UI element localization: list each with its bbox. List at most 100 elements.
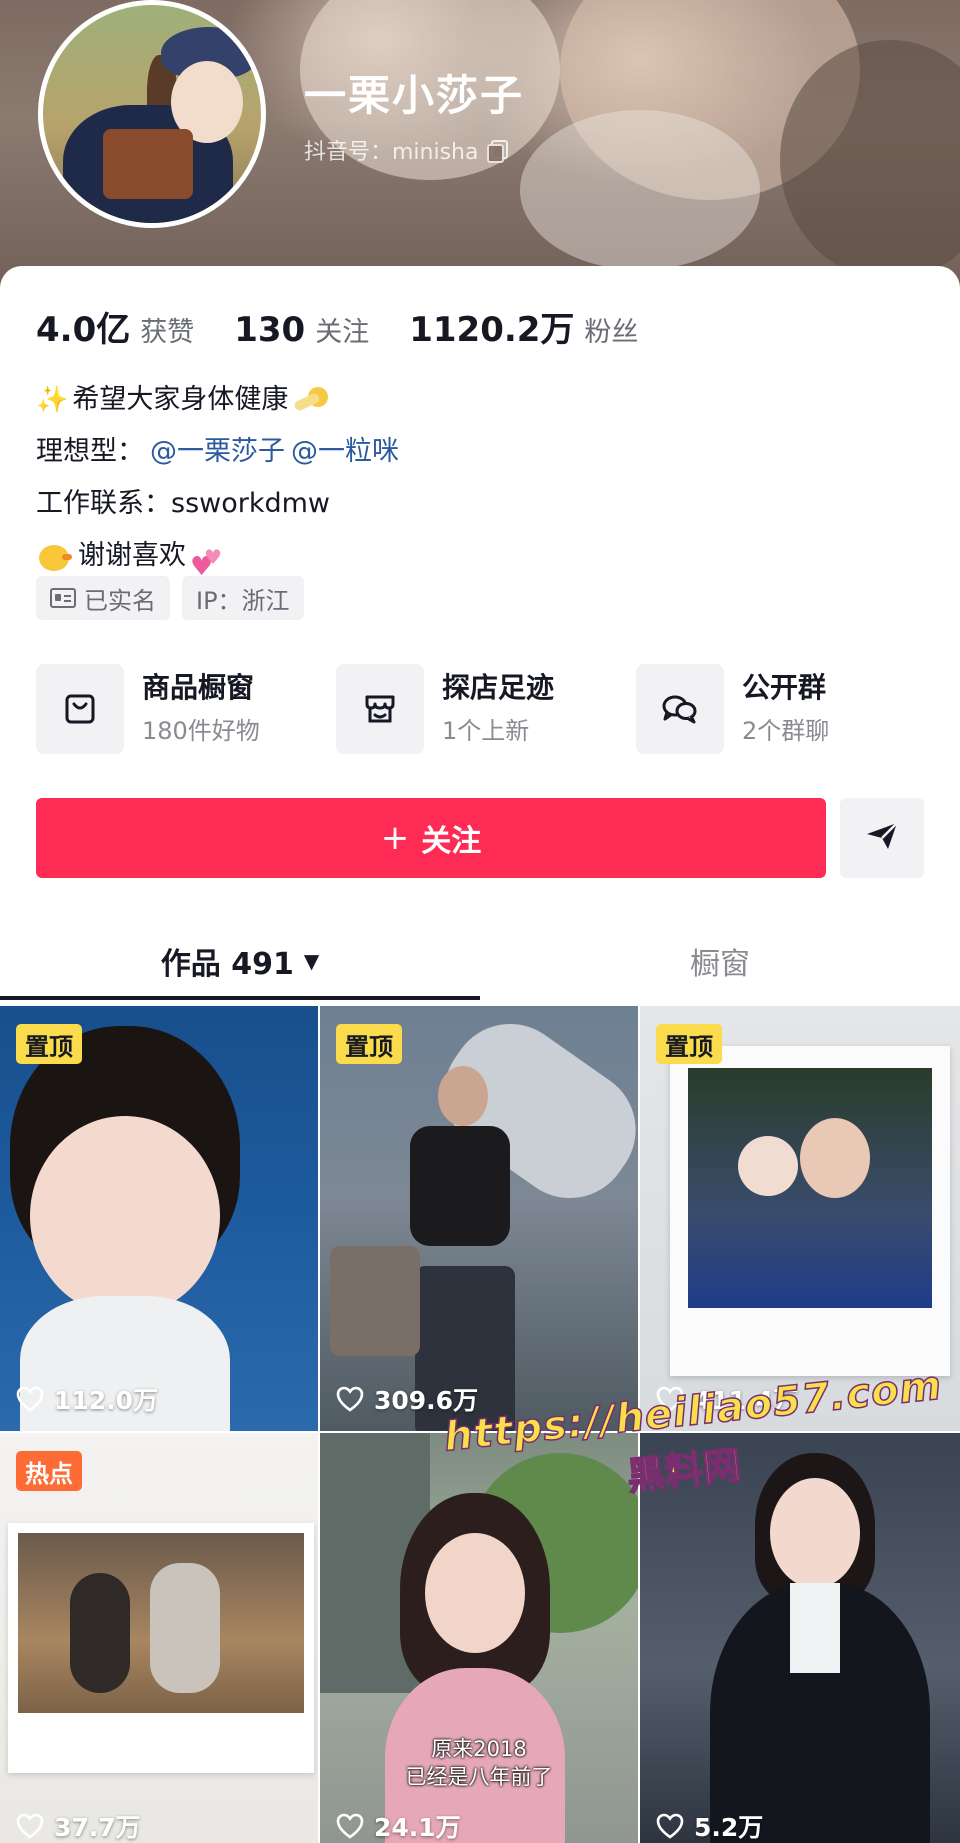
likes-count: 309.6万 (374, 1386, 479, 1415)
stat-following[interactable]: 130 关注 (234, 310, 369, 350)
profile-nickname: 一栗小莎子 (304, 71, 525, 120)
mention-link[interactable]: @一栗莎子 (150, 426, 285, 478)
copy-icon[interactable] (486, 140, 508, 163)
video-tile[interactable]: 置顶 309.6万 (320, 1006, 640, 1431)
avatar[interactable] (38, 0, 266, 228)
service-title: 探店足迹 (442, 671, 555, 704)
service-subtitle: 180件好物 (142, 717, 260, 745)
thumbnail-person (150, 1563, 220, 1693)
service-subtitle: 2个群聊 (742, 717, 830, 745)
stats-row: 4.0亿 获赞 130 关注 1120.2万 粉丝 (36, 302, 678, 351)
dizzy-star-icon (292, 383, 332, 417)
tab-shop-window[interactable]: 橱窗 (480, 926, 960, 996)
video-tile[interactable]: 热点 37.7万 (0, 1433, 320, 1843)
heart-icon (656, 1386, 684, 1412)
stat-likes-value: 4.0亿 (36, 310, 131, 350)
video-likes: 411.4万 (656, 1381, 798, 1417)
heart-icon (336, 1386, 364, 1412)
bio-text: 谢谢喜欢 (78, 540, 186, 571)
thumbnail-baby (738, 1136, 798, 1196)
thumbnail-face (425, 1533, 525, 1653)
thumbnail-person-top (410, 1126, 510, 1246)
service-subtitle: 1个上新 (442, 717, 530, 745)
bio: ✨ 希望大家身体健康 理想型： @一栗莎子 @一粒咪 工作联系：ssworkdm… (36, 374, 399, 593)
heart-icon (16, 1386, 44, 1412)
stat-followers-value: 1120.2万 (409, 310, 575, 350)
likes-count: 5.2万 (694, 1813, 764, 1842)
profile-header-background: 一栗小莎子 抖音号：minisha (0, 0, 960, 300)
video-likes: 309.6万 (336, 1381, 478, 1417)
id-card-icon (50, 588, 76, 608)
service-title: 公开群 (742, 671, 827, 704)
thumbnail-person-head (438, 1066, 488, 1126)
stat-followers[interactable]: 1120.2万 粉丝 (409, 302, 638, 351)
stat-followers-label: 粉丝 (584, 317, 639, 348)
send-icon (864, 820, 900, 856)
thumbnail-face (800, 1118, 870, 1198)
bio-line: 理想型： @一栗莎子 @一粒咪 (36, 426, 399, 478)
service-shop-window[interactable]: 商品橱窗 180件好物 (36, 664, 336, 754)
verified-tag[interactable]: 已实名 (36, 576, 170, 620)
video-likes: 24.1万 (336, 1808, 461, 1843)
thumbnail-face (770, 1478, 860, 1588)
service-store-visits[interactable]: 探店足迹 1个上新 (336, 664, 636, 754)
video-tile[interactable]: 置顶 411.4万 (640, 1006, 960, 1431)
services-row: 商品橱窗 180件好物 探店足迹 1个上新 公开群 2个群聊 (36, 664, 936, 754)
chat-bubbles-icon (636, 664, 724, 754)
bio-line: 谢谢喜欢 (36, 530, 399, 593)
bio-text: 希望大家身体健康 (72, 384, 289, 415)
ip-label: IP：浙江 (196, 586, 290, 615)
video-tile[interactable]: 5.2万 (640, 1433, 960, 1843)
tab-window-label: 橱窗 (690, 947, 750, 982)
bio-line: ✨ 希望大家身体健康 (36, 374, 399, 426)
bio-text: 工作联系：ssworkdmw (36, 488, 330, 519)
background-photo-shape (520, 110, 760, 270)
tab-works-label: 作品 491 (160, 947, 294, 982)
likes-count: 37.7万 (54, 1813, 141, 1842)
bag-icon (36, 664, 124, 754)
pinned-badge: 置顶 (336, 1024, 402, 1064)
video-grid: 置顶 112.0万 置顶 309.6万 置顶 411.4万 热点 37.7万 原… (0, 1006, 960, 1843)
two-hearts-icon (190, 531, 226, 593)
video-caption: 原来2018 (431, 1737, 527, 1761)
service-title: 商品橱窗 (142, 671, 255, 704)
thumbnail-shirt (790, 1583, 840, 1673)
likes-count: 411.4万 (694, 1386, 799, 1415)
heart-icon (656, 1813, 684, 1839)
tab-works[interactable]: 作品 491 ▼ (0, 926, 480, 996)
video-tile[interactable]: 原来2018 已经是八年前了 24.1万 (320, 1433, 640, 1843)
sparkle-icon: ✨ (36, 385, 69, 415)
send-button[interactable] (840, 798, 924, 878)
thumbnail-stroller (330, 1246, 420, 1356)
caret-down-icon[interactable]: ▼ (304, 949, 319, 973)
follow-button[interactable]: + 关注 (36, 798, 826, 878)
stat-likes[interactable]: 4.0亿 获赞 (36, 302, 194, 351)
content-tabs: 作品 491 ▼ 橱窗 (0, 926, 960, 1000)
video-likes: 5.2万 (656, 1808, 763, 1843)
active-tab-indicator (0, 996, 480, 1000)
stat-following-label: 关注 (315, 317, 370, 348)
video-tile[interactable]: 置顶 112.0万 (0, 1006, 320, 1431)
profile-tags: 已实名 IP：浙江 (36, 576, 304, 620)
heart-icon (16, 1813, 44, 1839)
follow-label: 关注 (421, 824, 482, 859)
stat-following-value: 130 (234, 310, 306, 350)
account-id-row[interactable]: 抖音号：minisha (304, 134, 508, 166)
ip-location-tag: IP：浙江 (182, 576, 304, 620)
verified-label: 已实名 (84, 586, 156, 615)
heart-icon (336, 1813, 364, 1839)
pinned-badge: 置顶 (16, 1024, 82, 1064)
bio-line: 工作联系：ssworkdmw (36, 478, 399, 530)
plus-icon: + (380, 818, 410, 858)
bio-text: 理想型： (36, 436, 144, 467)
account-id-text: 抖音号：minisha (304, 140, 479, 165)
stat-likes-label: 获赞 (140, 317, 195, 348)
thumbnail-person (70, 1573, 130, 1693)
service-public-group[interactable]: 公开群 2个群聊 (636, 664, 936, 754)
thumbnail-face (30, 1116, 220, 1316)
store-icon (336, 664, 424, 754)
polaroid-photo (688, 1068, 932, 1308)
mention-link[interactable]: @一粒咪 (291, 426, 399, 478)
video-caption: 已经是八年前了 (405, 1765, 553, 1789)
likes-count: 24.1万 (374, 1813, 461, 1842)
